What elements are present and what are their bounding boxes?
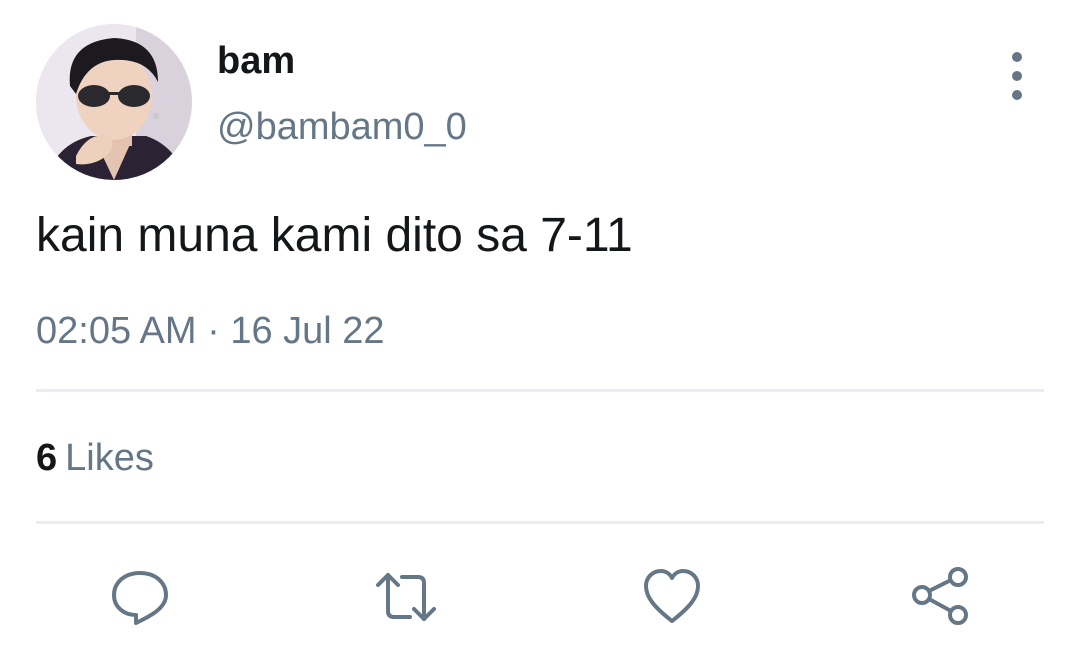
tweet-time: 02:05 AM (36, 310, 197, 352)
more-dot (1012, 90, 1022, 100)
avatar[interactable] (36, 24, 192, 180)
more-vertical-icon[interactable] (1000, 52, 1034, 100)
share-icon (912, 567, 968, 625)
likes-label: Likes (65, 437, 154, 479)
tweet-date: 16 Jul 22 (230, 310, 385, 352)
likes-stat[interactable]: 6 Likes (36, 437, 154, 480)
reply-icon (112, 571, 168, 625)
like-button[interactable] (640, 565, 704, 629)
reply-button[interactable] (108, 565, 172, 629)
avatar-image (36, 24, 192, 180)
likes-count: 6 (36, 437, 58, 479)
divider (36, 521, 1044, 524)
share-button[interactable] (908, 565, 972, 629)
more-dot (1012, 52, 1022, 62)
more-dot (1012, 71, 1022, 81)
like-icon (644, 569, 700, 623)
tweet-text: kain muna kami dito sa 7-11 (36, 209, 633, 262)
divider (36, 389, 1044, 392)
display-name[interactable]: bam (217, 40, 295, 83)
user-handle[interactable]: @bambam0_0 (217, 106, 467, 149)
tweet-timestamp[interactable]: 02:05 AM · 16 Jul 22 (36, 310, 385, 353)
retweet-icon (376, 573, 436, 621)
retweet-button[interactable] (374, 565, 438, 629)
meta-separator: · (207, 310, 220, 352)
